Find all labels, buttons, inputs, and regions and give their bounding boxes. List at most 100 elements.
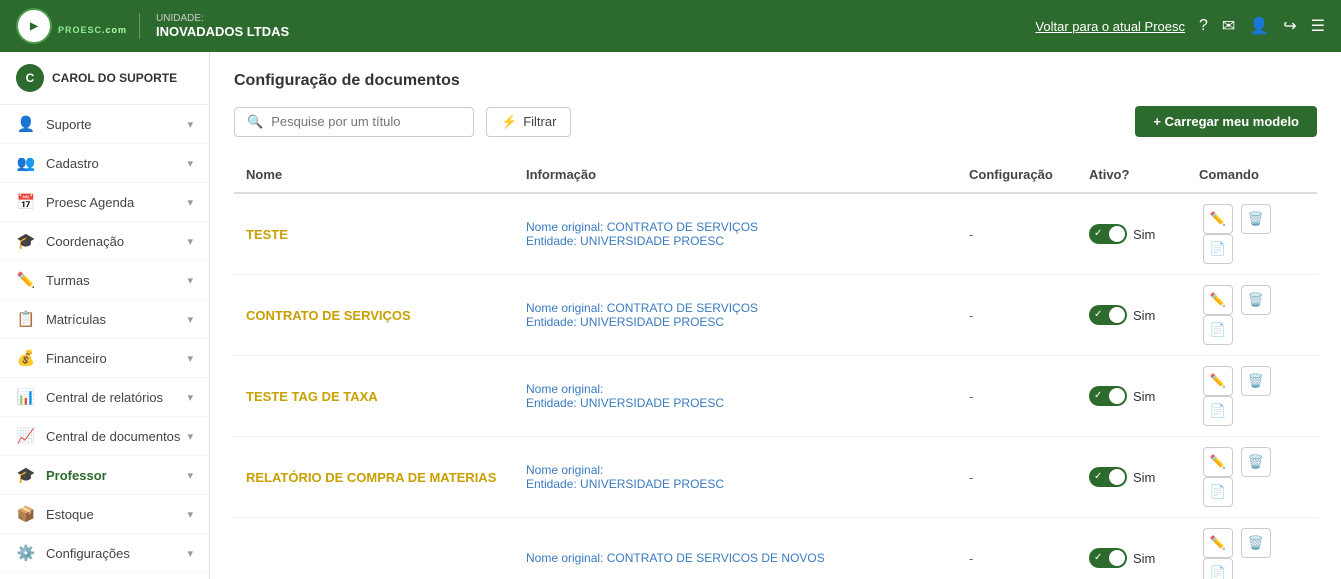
check-icon: ✓ — [1094, 309, 1102, 320]
add-model-button[interactable]: + Carregar meu modelo — [1135, 106, 1317, 137]
avatar: C — [16, 64, 44, 92]
table-row: Nome original: CONTRATO DE SERVICOS DE N… — [234, 518, 1317, 579]
menu-icon[interactable]: ☰ — [1311, 16, 1325, 36]
view-button[interactable]: 📄 — [1203, 315, 1233, 345]
sidebar-item-proesc-agenda[interactable]: 📅 Proesc Agenda ▾ — [0, 183, 209, 222]
sidebar-item-cadastro[interactable]: 👥 Cadastro ▾ — [0, 144, 209, 183]
check-icon: ✓ — [1094, 471, 1102, 482]
sim-label: Sim — [1133, 308, 1155, 323]
sidebar-item-coordenacao[interactable]: 🎓 Coordenação ▾ — [0, 222, 209, 261]
view-button[interactable]: 📄 — [1203, 477, 1233, 507]
logo-icon: ▶ — [16, 8, 52, 44]
chevron-icon: ▾ — [187, 313, 193, 326]
check-icon: ✓ — [1094, 552, 1102, 563]
sidebar-user: C CAROL DO SUPORTE — [0, 52, 209, 105]
check-icon: ✓ — [1094, 228, 1102, 239]
sim-label: Sim — [1133, 227, 1155, 242]
doc-config: - — [969, 308, 973, 323]
sidebar-item-central-documentos[interactable]: 📈 Central de documentos ▾ — [0, 417, 209, 456]
toolbar: 🔍 ⚡ Filtrar + Carregar meu modelo — [234, 106, 1317, 137]
doc-info-line1: Nome original: CONTRATO DE SERVIÇOS — [526, 301, 945, 315]
sidebar-item-matriculas[interactable]: 📋 Matrículas ▾ — [0, 300, 209, 339]
documentos-icon: 📈 — [16, 427, 36, 445]
sidebar-item-estoque[interactable]: 📦 Estoque ▾ — [0, 495, 209, 534]
sim-label: Sim — [1133, 470, 1155, 485]
sidebar-item-configuracoes[interactable]: ⚙️ Configurações ▾ — [0, 534, 209, 573]
topbar-right: Voltar para o atual Proesc ? ✉ 👤 ↪ ☰ — [1035, 16, 1325, 36]
delete-button[interactable]: 🗑️ — [1241, 285, 1271, 315]
suporte-icon: 👤 — [16, 115, 36, 133]
doc-config: - — [969, 227, 973, 242]
active-toggle[interactable]: ✓ — [1089, 386, 1127, 406]
delete-button[interactable]: 🗑️ — [1241, 528, 1271, 558]
sidebar-item-label: Coordenação — [46, 234, 124, 249]
doc-info-line1: Nome original: CONTRATO DE SERVIÇOS — [526, 220, 945, 234]
active-toggle[interactable]: ✓ — [1089, 467, 1127, 487]
user-icon[interactable]: 👤 — [1249, 16, 1269, 36]
search-box[interactable]: 🔍 — [234, 107, 474, 137]
sidebar-item-label: Financeiro — [46, 351, 107, 366]
delete-button[interactable]: 🗑️ — [1241, 366, 1271, 396]
col-comando: Comando — [1187, 157, 1317, 193]
sidebar-item-central-relatorios[interactable]: 📊 Central de relatórios ▾ — [0, 378, 209, 417]
filter-button[interactable]: ⚡ Filtrar — [486, 107, 571, 137]
toggle-wrap: ✓ Sim — [1089, 548, 1175, 568]
delete-button[interactable]: 🗑️ — [1241, 447, 1271, 477]
page-title: Configuração de documentos — [234, 72, 1317, 90]
view-button[interactable]: 📄 — [1203, 234, 1233, 264]
unit-info: UNIDADE: INOVADADOS LTDAS — [139, 13, 289, 39]
edit-button[interactable]: ✏️ — [1203, 204, 1233, 234]
active-toggle[interactable]: ✓ — [1089, 305, 1127, 325]
chevron-icon: ▾ — [187, 391, 193, 404]
logo-text: PROESC.com — [58, 16, 127, 35]
filter-label: Filtrar — [523, 114, 556, 129]
user-name: CAROL DO SUPORTE — [52, 71, 177, 85]
view-button[interactable]: 📄 — [1203, 558, 1233, 579]
sidebar-item-suporte[interactable]: 👤 Suporte ▾ — [0, 105, 209, 144]
table-row: TESTE TAG DE TAXA Nome original: Entidad… — [234, 356, 1317, 437]
doc-info-line1: Nome original: — [526, 382, 945, 396]
edit-button[interactable]: ✏️ — [1203, 366, 1233, 396]
agenda-icon: 📅 — [16, 193, 36, 211]
view-button[interactable]: 📄 — [1203, 396, 1233, 426]
edit-button[interactable]: ✏️ — [1203, 528, 1233, 558]
unit-name: INOVADADOS LTDAS — [156, 24, 289, 39]
search-icon: 🔍 — [247, 114, 263, 130]
sidebar-item-turmas[interactable]: ✏️ Turmas ▾ — [0, 261, 209, 300]
table-row: RELATÓRIO DE COMPRA DE MATERIAS Nome ori… — [234, 437, 1317, 518]
back-link[interactable]: Voltar para o atual Proesc — [1035, 19, 1185, 34]
mail-icon[interactable]: ✉ — [1222, 16, 1235, 36]
edit-button[interactable]: ✏️ — [1203, 447, 1233, 477]
doc-info-line1: Nome original: — [526, 463, 945, 477]
active-toggle[interactable]: ✓ — [1089, 224, 1127, 244]
doc-info-line2: Entidade: UNIVERSIDADE PROESC — [526, 234, 945, 248]
delete-button[interactable]: 🗑️ — [1241, 204, 1271, 234]
unit-label: UNIDADE: — [156, 13, 289, 24]
help-icon[interactable]: ? — [1199, 17, 1208, 35]
doc-name: CONTRATO DE SERVIÇOS — [246, 308, 411, 323]
sidebar-item-label: Matrículas — [46, 312, 106, 327]
sidebar-item-financeiro[interactable]: 💰 Financeiro ▾ — [0, 339, 209, 378]
sidebar: C CAROL DO SUPORTE 👤 Suporte ▾ 👥 Cadastr… — [0, 52, 210, 579]
sidebar-item-label: Professor — [46, 468, 107, 483]
logo: ▶ PROESC.com — [16, 8, 127, 44]
sidebar-item-label: Central de relatórios — [46, 390, 163, 405]
topbar-left: ▶ PROESC.com UNIDADE: INOVADADOS LTDAS — [16, 8, 289, 44]
topbar: ▶ PROESC.com UNIDADE: INOVADADOS LTDAS V… — [0, 0, 1341, 52]
col-info: Informação — [514, 157, 957, 193]
coordenacao-icon: 🎓 — [16, 232, 36, 250]
edit-button[interactable]: ✏️ — [1203, 285, 1233, 315]
professor-icon: 🎓 — [16, 466, 36, 484]
search-input[interactable] — [271, 114, 461, 129]
doc-name: RELATÓRIO DE COMPRA DE MATERIAS — [246, 470, 496, 485]
sidebar-item-label: Central de documentos — [46, 429, 180, 444]
doc-config: - — [969, 470, 973, 485]
logout-icon[interactable]: ↪ — [1283, 16, 1296, 36]
sidebar-item-label: Turmas — [46, 273, 90, 288]
col-nome: Nome — [234, 157, 514, 193]
sidebar-item-professor[interactable]: 🎓 Professor ▾ — [0, 456, 209, 495]
sidebar-item-label: Suporte — [46, 117, 92, 132]
active-toggle[interactable]: ✓ — [1089, 548, 1127, 568]
sidebar-item-label: Proesc Agenda — [46, 195, 134, 210]
matriculas-icon: 📋 — [16, 310, 36, 328]
